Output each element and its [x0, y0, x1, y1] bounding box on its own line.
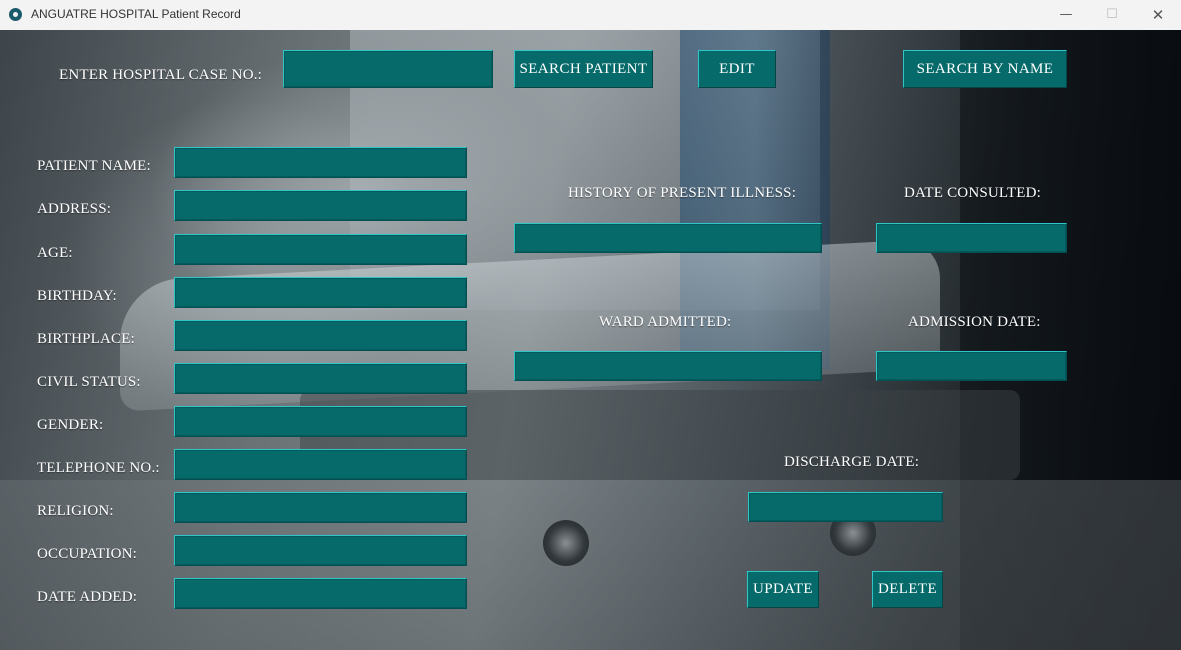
update-button[interactable]: UPDATE [747, 571, 819, 608]
date-added-label: DATE ADDED: [37, 589, 138, 605]
history-label: HISTORY OF PRESENT ILLNESS: [568, 185, 797, 201]
edit-button[interactable]: EDIT [698, 50, 776, 88]
case-number-label: ENTER HOSPITAL CASE NO.: [59, 67, 263, 83]
window-title: ANGUATRE HOSPITAL Patient Record [31, 7, 241, 21]
main-panel: ENTER HOSPITAL CASE NO.: SEARCH PATIENT … [0, 30, 1181, 650]
app-icon [9, 8, 22, 21]
civil-status-label: CIVIL STATUS: [37, 374, 141, 390]
telephone-input[interactable] [174, 449, 467, 480]
gender-label: GENDER: [37, 417, 104, 433]
background-shadow [960, 30, 1181, 650]
religion-label: RELIGION: [37, 503, 114, 519]
discharge-date-label: DISCHARGE DATE: [784, 454, 920, 470]
ward-label: WARD ADMITTED: [599, 314, 732, 330]
religion-input[interactable] [174, 492, 467, 523]
age-input[interactable] [174, 234, 467, 265]
date-consulted-input[interactable] [876, 223, 1067, 253]
discharge-date-input[interactable] [748, 492, 943, 522]
gender-input[interactable] [174, 406, 467, 437]
admission-date-input[interactable] [876, 351, 1067, 381]
date-consulted-label: DATE CONSULTED: [904, 185, 1042, 201]
minimize-icon[interactable]: — [1043, 0, 1089, 30]
case-number-input[interactable] [283, 50, 493, 88]
patient-name-label: PATIENT NAME: [37, 158, 151, 174]
birthday-input[interactable] [174, 277, 467, 308]
birthplace-input[interactable] [174, 320, 467, 351]
address-input[interactable] [174, 190, 467, 221]
patient-name-input[interactable] [174, 147, 467, 178]
ward-input[interactable] [514, 351, 822, 381]
background-wheel [543, 520, 589, 566]
delete-button[interactable]: DELETE [872, 571, 943, 608]
title-bar: ANGUATRE HOSPITAL Patient Record — ☐ ✕ [0, 0, 1181, 31]
occupation-input[interactable] [174, 535, 467, 566]
maximize-icon[interactable]: ☐ [1089, 0, 1135, 30]
birthplace-label: BIRTHPLACE: [37, 331, 135, 347]
civil-status-input[interactable] [174, 363, 467, 394]
occupation-label: OCCUPATION: [37, 546, 138, 562]
history-input[interactable] [514, 223, 822, 253]
birthday-label: BIRTHDAY: [37, 288, 117, 304]
address-label: ADDRESS: [37, 201, 112, 217]
search-patient-button[interactable]: SEARCH PATIENT [514, 50, 653, 88]
date-added-input[interactable] [174, 578, 467, 609]
search-by-name-button[interactable]: SEARCH BY NAME [903, 50, 1067, 88]
age-label: AGE: [37, 245, 73, 261]
admission-date-label: ADMISSION DATE: [908, 314, 1041, 330]
telephone-label: TELEPHONE NO.: [37, 460, 160, 476]
close-icon[interactable]: ✕ [1135, 0, 1181, 30]
